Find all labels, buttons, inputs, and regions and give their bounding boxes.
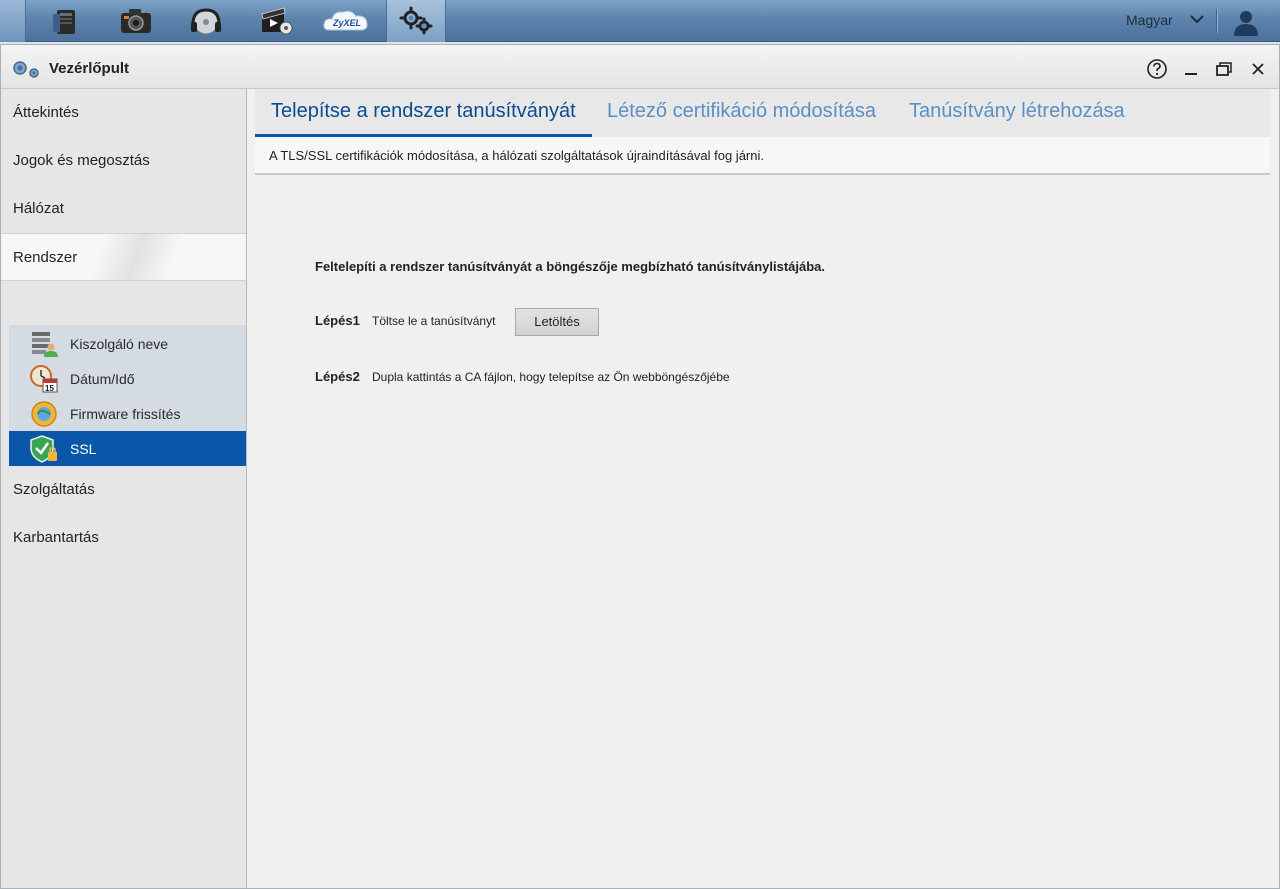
close-icon xyxy=(1252,63,1264,75)
minimize-icon xyxy=(1185,73,1197,75)
sidebar: Áttekintés Jogok és megosztás Hálózat Re… xyxy=(1,89,247,888)
app-control-panel[interactable] xyxy=(386,0,446,42)
ssl-shield-icon xyxy=(30,435,57,463)
app-bar: ZyXEL Magyar xyxy=(0,0,1280,42)
window-titlebar: Vezérlőpult xyxy=(1,45,1279,89)
sidebar-item-maintenance[interactable]: Karbantartás xyxy=(1,514,246,562)
photo-camera-icon xyxy=(121,9,151,33)
sidebar-item-services[interactable]: Szolgáltatás xyxy=(1,466,246,514)
system-subnav: Kiszolgáló neve 15 Dátum/Idő Firmware fr… xyxy=(9,325,246,466)
chevron-down-icon[interactable] xyxy=(1188,10,1206,28)
music-player-icon xyxy=(191,8,221,35)
app-video[interactable] xyxy=(246,0,306,42)
app-photo[interactable] xyxy=(106,0,166,42)
install-heading: Feltelepíti a rendszer tanúsítványát a b… xyxy=(315,259,826,274)
download-button[interactable]: Letöltés xyxy=(515,308,599,336)
restart-notice: A TLS/SSL certifikációk módosítása, a há… xyxy=(255,137,1270,175)
window-title: Vezérlőpult xyxy=(49,60,130,77)
subnav-item-label: Dátum/Idő xyxy=(70,371,135,387)
subnav-item-label: Kiszolgáló neve xyxy=(70,336,169,352)
zyxel-logo-text: ZyXEL xyxy=(332,18,361,28)
calendar-day-badge: 15 xyxy=(45,384,54,393)
app-zyxel-cloud[interactable]: ZyXEL xyxy=(316,0,376,42)
sidebar-item-privileges[interactable]: Jogok és megosztás xyxy=(1,137,246,185)
step1-text: Töltse le a tanúsítványt xyxy=(372,314,496,328)
topbar-divider xyxy=(1216,9,1217,33)
tab-install-certificate[interactable]: Telepítse a rendszer tanúsítványát xyxy=(255,89,592,137)
help-button[interactable] xyxy=(1146,58,1168,80)
subnav-item-label: SSL xyxy=(70,441,97,457)
app-music[interactable] xyxy=(176,0,236,42)
restore-window-icon xyxy=(1216,62,1232,76)
minimize-button[interactable] xyxy=(1180,58,1202,80)
help-icon xyxy=(1147,59,1167,79)
control-panel-gears-icon xyxy=(13,61,39,78)
app-bar-edge xyxy=(0,0,26,42)
language-selector[interactable]: Magyar xyxy=(1126,12,1173,28)
server-name-icon xyxy=(32,332,58,357)
sidebar-item-system[interactable]: Rendszer xyxy=(1,233,246,281)
app-file-browser[interactable] xyxy=(36,0,96,42)
subnav-item-firmware-update[interactable]: Firmware frissítés xyxy=(9,396,246,431)
sidebar-item-overview[interactable]: Áttekintés xyxy=(1,89,246,137)
video-player-icon xyxy=(261,7,293,35)
sidebar-item-network[interactable]: Hálózat xyxy=(1,185,246,233)
subnav-item-label: Firmware frissítés xyxy=(70,406,181,422)
subnav-item-ssl[interactable]: SSL xyxy=(9,431,246,466)
subnav-item-date-time[interactable]: 15 Dátum/Idő xyxy=(9,361,246,396)
subnav-item-server-name[interactable]: Kiszolgáló neve xyxy=(9,326,246,361)
tab-modify-certificate[interactable]: Létező certifikáció módosítása xyxy=(591,89,892,137)
control-panel-gears-icon xyxy=(399,6,433,35)
maximize-button[interactable] xyxy=(1213,58,1235,80)
control-panel-window: Vezérlőpult Áttekintés Jogok és megosztá… xyxy=(0,44,1280,889)
tab-bar: Telepítse a rendszer tanúsítványát Létez… xyxy=(255,89,1270,137)
zyxel-cloud-icon: ZyXEL xyxy=(323,10,368,31)
content-pane: Telepítse a rendszer tanúsítványát Létez… xyxy=(247,89,1279,888)
firmware-update-icon xyxy=(31,401,57,427)
step2-text: Dupla kattintás a CA fájlon, hogy telepí… xyxy=(372,370,730,384)
tab-create-certificate[interactable]: Tanúsítvány létrehozása xyxy=(893,89,1141,137)
file-browser-icon xyxy=(53,10,75,34)
step1-label: Lépés1 xyxy=(315,313,360,328)
user-account-icon[interactable] xyxy=(1228,6,1264,38)
step2-label: Lépés2 xyxy=(315,369,360,384)
close-button[interactable] xyxy=(1247,58,1269,80)
calendar-clock-icon: 15 xyxy=(30,365,58,393)
